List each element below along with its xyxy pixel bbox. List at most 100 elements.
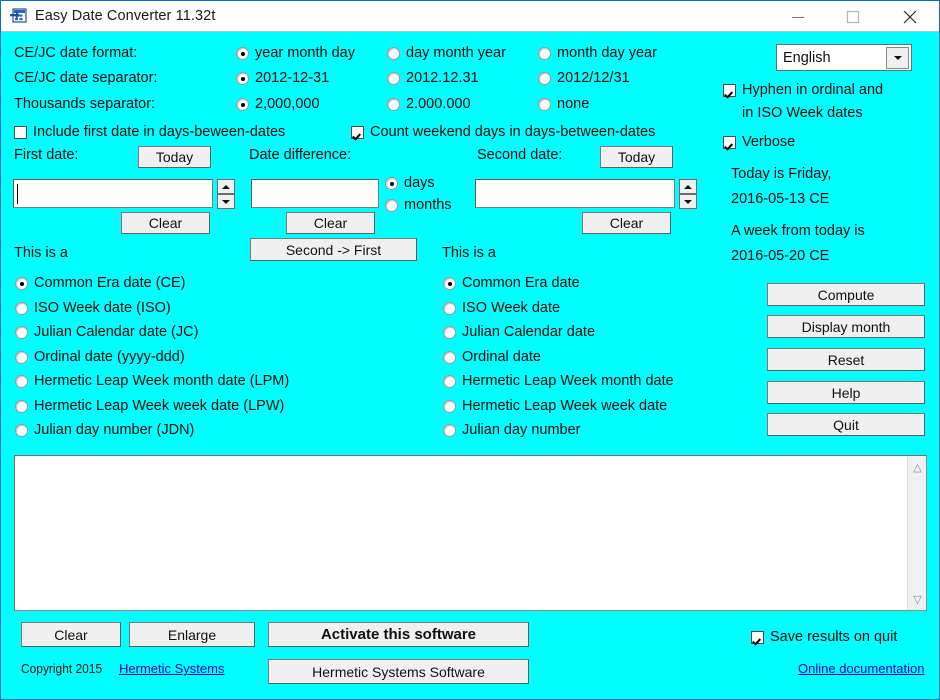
- second-date-input[interactable]: [475, 179, 675, 208]
- language-value: English: [783, 49, 831, 66]
- radio-label: 2012.12.31: [406, 70, 479, 86]
- checkbox-box: [751, 631, 764, 644]
- radio-dot: [443, 400, 456, 413]
- second-date-this-is-a-label: This is a: [442, 245, 496, 261]
- radio-label: 2012-12-31: [255, 70, 330, 86]
- close-icon[interactable]: [887, 1, 933, 32]
- radio-dot: [443, 302, 456, 315]
- radio-dot: [236, 72, 249, 85]
- chevron-up-icon[interactable]: △: [908, 458, 927, 476]
- today-info-line1: Today is Friday,: [731, 166, 832, 182]
- spinner-down-icon[interactable]: [679, 194, 697, 209]
- radio-dot: [443, 277, 456, 290]
- checkbox-label: Include first date in days-beween-dates: [33, 124, 286, 140]
- first-date-spinner[interactable]: [217, 179, 235, 209]
- radio-dot: [385, 177, 398, 190]
- second-date-label: Second date:: [477, 147, 563, 163]
- radio-label: months: [404, 197, 452, 213]
- radio-dot: [385, 199, 398, 212]
- first-date-this-is-a-label: This is a: [14, 245, 68, 261]
- week-info-line1: A week from today is: [731, 223, 865, 239]
- thousands-separator-label: Thousands separator:: [14, 96, 156, 112]
- radio-label: Ordinal date (yyyy-ddd): [34, 349, 185, 365]
- radio-dot: [15, 277, 28, 290]
- radio-dot: [443, 424, 456, 437]
- date-separator-label: CE/JC date separator:: [14, 70, 158, 86]
- radio-dot: [443, 351, 456, 364]
- radio-dot: [387, 47, 400, 60]
- app-window-icon: [10, 8, 27, 24]
- first-date-label: First date:: [14, 147, 79, 163]
- radio-label: ISO Week date: [462, 300, 561, 316]
- reset-button[interactable]: Reset: [767, 348, 925, 371]
- window-title: Easy Date Converter 11.32t: [35, 8, 216, 24]
- radio-label: ISO Week date (ISO): [34, 300, 171, 316]
- checkbox-box: [723, 136, 736, 149]
- results-clear-button[interactable]: Clear: [21, 622, 121, 647]
- date-difference-label: Date difference:: [249, 147, 352, 163]
- second-date-clear-button[interactable]: Clear: [582, 212, 671, 234]
- spinner-down-icon[interactable]: [217, 194, 235, 209]
- radio-label: year month day: [255, 45, 355, 61]
- date-format-label: CE/JC date format:: [14, 45, 138, 61]
- radio-dot: [15, 302, 28, 315]
- radio-dot: [443, 326, 456, 339]
- checkbox-box: [723, 84, 736, 97]
- radio-dot: [538, 98, 551, 111]
- radio-dot: [387, 98, 400, 111]
- display-month-button[interactable]: Display month: [767, 315, 925, 338]
- help-button[interactable]: Help: [767, 381, 925, 404]
- date-difference-input[interactable]: [251, 179, 379, 208]
- enlarge-button[interactable]: Enlarge: [129, 622, 255, 647]
- radio-dot: [15, 400, 28, 413]
- language-select[interactable]: English: [776, 44, 912, 71]
- second-date-today-button[interactable]: Today: [600, 146, 673, 168]
- first-date-today-button[interactable]: Today: [138, 146, 211, 168]
- maximize-icon[interactable]: [830, 1, 876, 32]
- radio-label: Hermetic Leap Week month date: [462, 373, 674, 389]
- spinner-up-icon[interactable]: [679, 179, 697, 194]
- radio-label: Hermetic Leap Week week date (LPW): [34, 398, 285, 414]
- chevron-glyph: [893, 55, 902, 60]
- online-documentation-link[interactable]: Online documentation: [798, 661, 924, 676]
- compute-button[interactable]: Compute: [767, 283, 925, 306]
- second-to-first-button[interactable]: Second -> First: [250, 238, 417, 261]
- title-bar: Easy Date Converter 11.32t: [1, 1, 939, 32]
- radio-label: Julian Calendar date: [462, 324, 596, 340]
- radio-dot: [15, 351, 28, 364]
- minimize-icon[interactable]: [775, 1, 821, 32]
- chevron-down-icon[interactable]: ▽: [908, 590, 927, 608]
- radio-dot: [15, 326, 28, 339]
- checkbox-hyphen-ordinal-line2: in ISO Week dates: [742, 105, 863, 121]
- results-scrollbar[interactable]: △ ▽: [907, 456, 926, 610]
- chevron-down-icon[interactable]: [886, 46, 909, 69]
- radio-label: Ordinal date: [462, 349, 541, 365]
- radio-dot: [538, 47, 551, 60]
- first-date-clear-button[interactable]: Clear: [121, 212, 210, 234]
- radio-label: Julian day number: [462, 422, 581, 438]
- radio-label: month day year: [557, 45, 657, 61]
- today-info-line2: 2016-05-13 CE: [731, 191, 830, 207]
- hermetic-systems-link[interactable]: Hermetic Systems: [119, 661, 224, 676]
- radio-label: 2.000.000: [406, 96, 471, 112]
- radio-label: day month year: [406, 45, 506, 61]
- spinner-up-icon[interactable]: [217, 179, 235, 194]
- results-textarea[interactable]: △ ▽: [14, 455, 927, 611]
- checkbox-label: Hyphen in ordinal and: [742, 82, 884, 98]
- radio-label: Hermetic Leap Week month date (LPM): [34, 373, 290, 389]
- radio-label: Hermetic Leap Week week date: [462, 398, 668, 414]
- radio-dot: [236, 47, 249, 60]
- activate-software-button[interactable]: Activate this software: [268, 622, 529, 647]
- quit-button[interactable]: Quit: [767, 413, 925, 436]
- radio-label: 2012/12/31: [557, 70, 630, 86]
- week-info-line2: 2016-05-20 CE: [731, 248, 830, 264]
- checkbox-label: Save results on quit: [770, 629, 898, 645]
- date-difference-clear-button[interactable]: Clear: [286, 212, 375, 234]
- radio-label: none: [557, 96, 590, 112]
- radio-dot: [236, 98, 249, 111]
- radio-label: Julian Calendar date (JC): [34, 324, 199, 340]
- hermetic-systems-software-button[interactable]: Hermetic Systems Software: [268, 659, 529, 684]
- radio-dot: [538, 72, 551, 85]
- first-date-input[interactable]: [13, 179, 213, 208]
- second-date-spinner[interactable]: [679, 179, 697, 209]
